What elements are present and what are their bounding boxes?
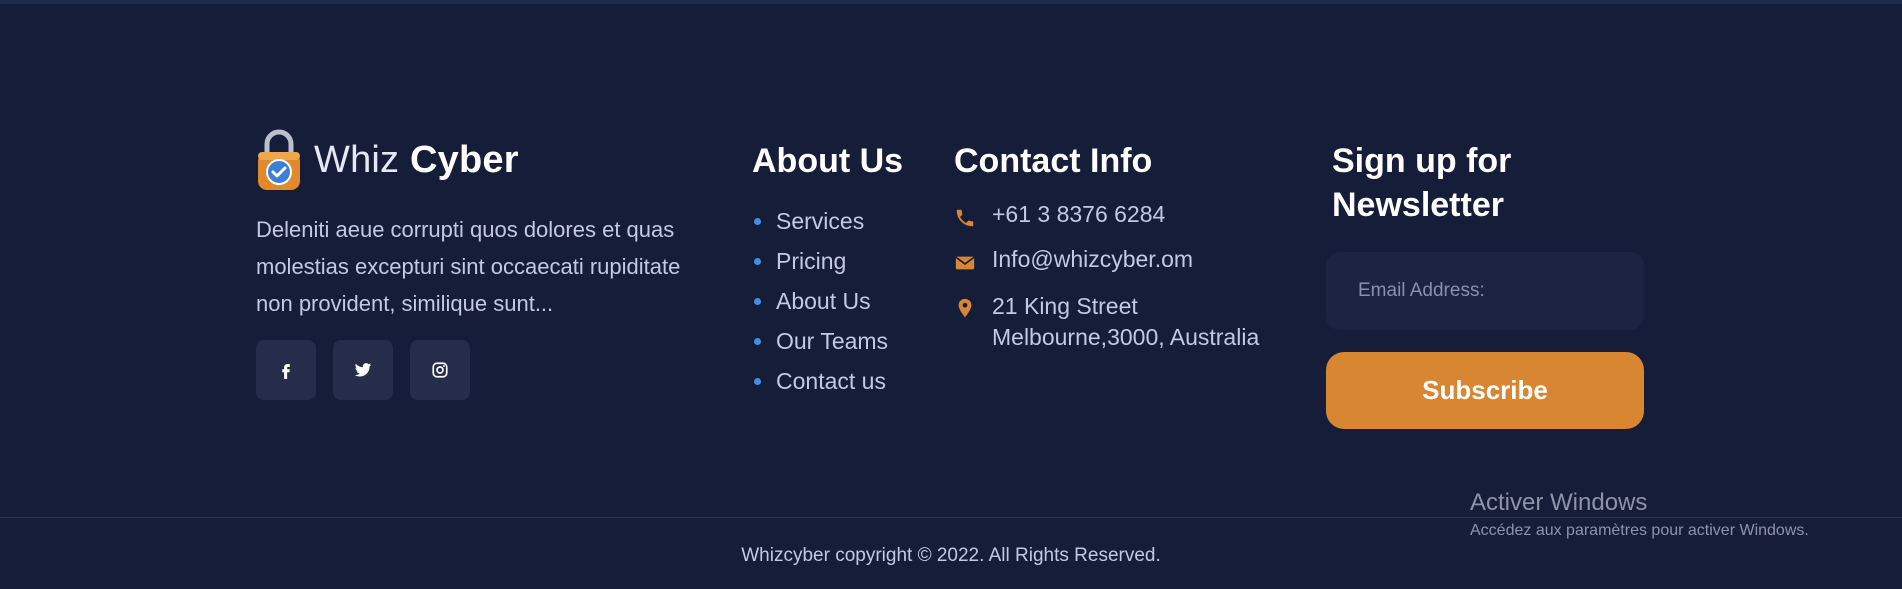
twitter-icon — [354, 363, 372, 377]
map-pin-icon — [958, 298, 972, 318]
address-line-1: 21 King Street — [992, 293, 1138, 319]
padlock-logo-icon — [258, 129, 300, 190]
footer-link-our-teams[interactable]: Our Teams — [752, 321, 903, 361]
about-heading: About Us — [752, 142, 904, 180]
about-links: Services Pricing About Us Our Teams Cont… — [752, 201, 903, 401]
facebook-icon — [282, 364, 290, 379]
about-column: About Us Services Pricing About Us Our T… — [752, 139, 903, 401]
brand-name-bold: Cyber — [410, 138, 519, 181]
brand-name-light: Whiz — [314, 138, 400, 181]
contact-heading: Contact Info — [954, 142, 1153, 180]
footer-link-about-us[interactable]: About Us — [752, 281, 903, 321]
facebook-button[interactable] — [256, 340, 316, 400]
subscribe-button[interactable]: Subscribe — [1326, 352, 1644, 429]
brand-column: Whiz Cyber Deleniti aeue corrupti quos d… — [256, 127, 696, 400]
copyright-text: Whizcyber copyright © 2022. All Rights R… — [741, 545, 1161, 566]
logo[interactable]: Whiz Cyber — [256, 127, 696, 193]
windows-activation-watermark: Activer Windows Accédez aux paramètres p… — [1470, 488, 1809, 540]
address-text: 21 King Street Melbourne,3000, Australia — [992, 291, 1259, 353]
instagram-button[interactable] — [410, 340, 470, 400]
contact-column: Contact Info +61 3 8376 6284 Info@whizcy… — [954, 139, 1294, 353]
newsletter-column: Sign up for Newsletter Subscribe — [1326, 139, 1644, 429]
footer-link-services[interactable]: Services — [752, 201, 903, 241]
watermark-title: Activer Windows — [1470, 489, 1648, 516]
envelope-icon — [955, 256, 975, 270]
site-footer: Whiz Cyber Deleniti aeue corrupti quos d… — [0, 0, 1902, 517]
instagram-icon — [432, 362, 448, 378]
email-address: Info@whizcyber.om — [992, 246, 1194, 272]
footer-link-contact-us[interactable]: Contact us — [752, 361, 903, 401]
watermark-subtitle: Accédez aux paramètres pour activer Wind… — [1470, 522, 1809, 539]
contact-email[interactable]: Info@whizcyber.om — [954, 246, 1294, 274]
newsletter-email-input[interactable] — [1326, 252, 1644, 330]
social-links — [256, 340, 696, 400]
twitter-button[interactable] — [333, 340, 393, 400]
contact-address: 21 King Street Melbourne,3000, Australia — [954, 291, 1294, 353]
address-line-2: Melbourne,3000, Australia — [992, 324, 1260, 350]
contact-phone[interactable]: +61 3 8376 6284 — [954, 201, 1294, 229]
footer-link-pricing[interactable]: Pricing — [752, 241, 903, 281]
newsletter-heading: Sign up for Newsletter — [1332, 142, 1512, 224]
phone-number: +61 3 8376 6284 — [992, 201, 1166, 227]
brand-description: Deleniti aeue corrupti quos dolores et q… — [256, 217, 681, 316]
brand-wordmark: Whiz Cyber — [314, 139, 519, 182]
phone-icon — [956, 209, 974, 227]
